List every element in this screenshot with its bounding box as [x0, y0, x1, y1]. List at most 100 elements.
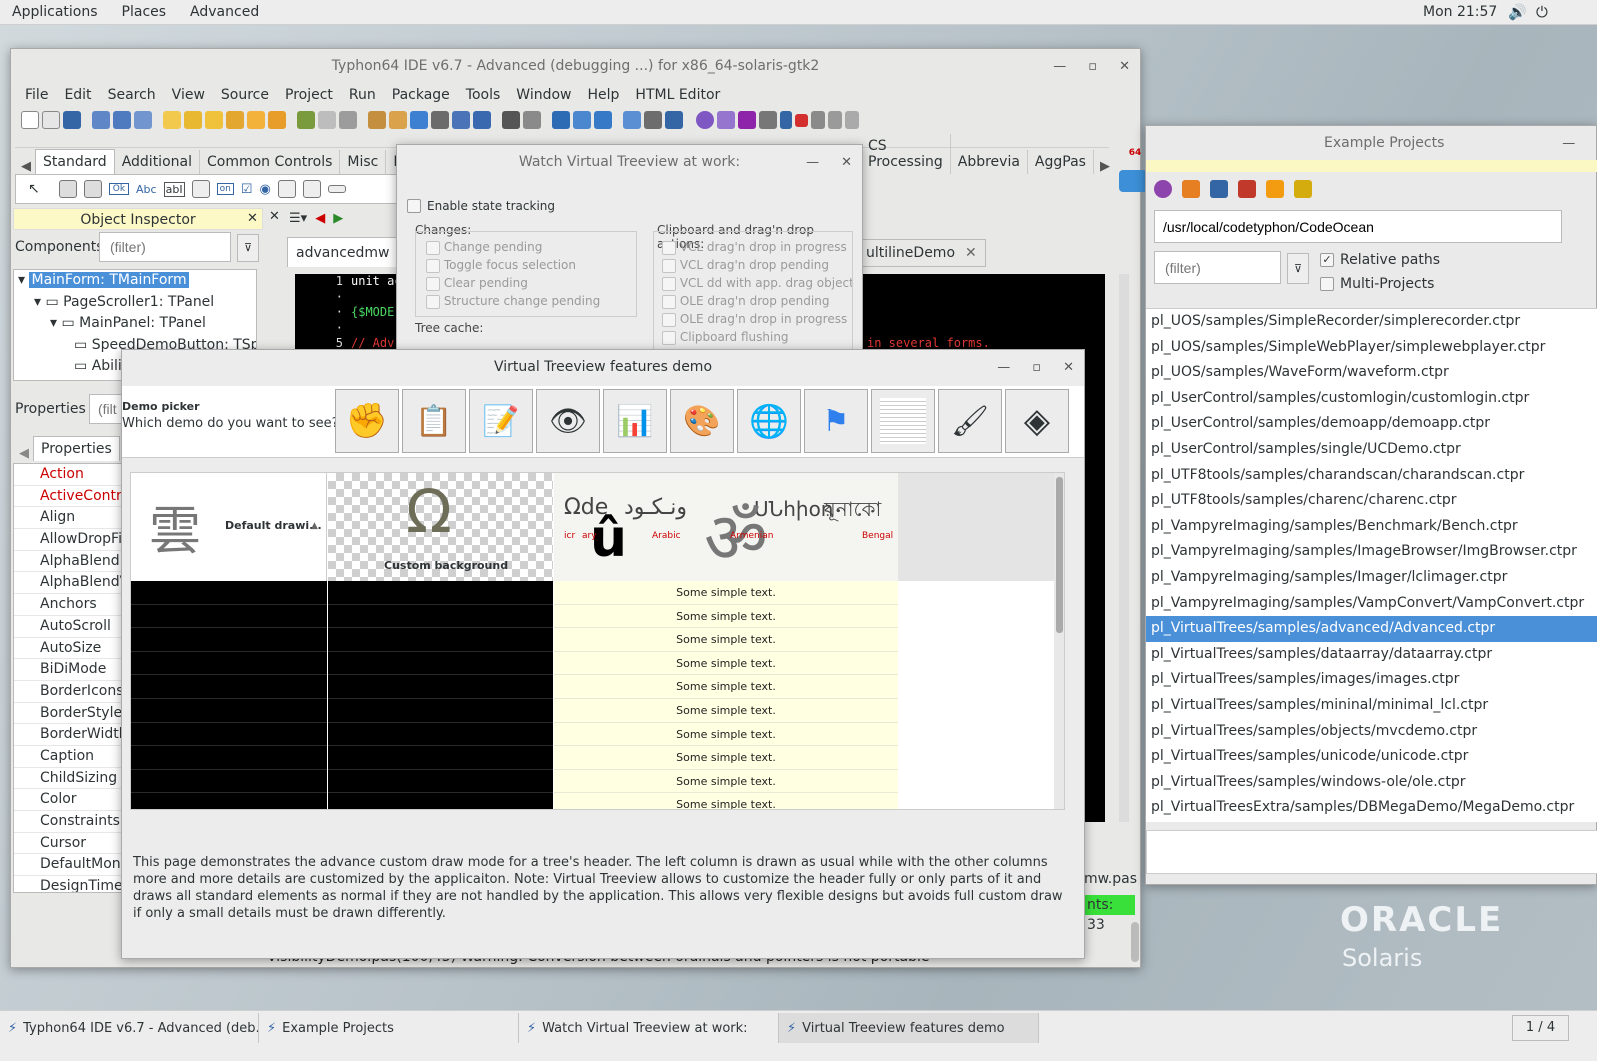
back-icon[interactable]: ◀: [315, 211, 325, 226]
new-form-icon[interactable]: [42, 111, 60, 129]
debug-icon[interactable]: [696, 111, 714, 129]
close-tab-icon[interactable]: ✕: [965, 245, 977, 261]
tree-node[interactable]: ▾ ▭ MainPanel: TPanel: [14, 313, 256, 335]
example-projects-title-bar[interactable]: Example Projects — ▫: [1146, 126, 1596, 160]
compiler-options-icon[interactable]: [594, 111, 612, 129]
run-params-icon[interactable]: [759, 111, 777, 129]
package-open-icon[interactable]: [184, 111, 202, 129]
list-item[interactable]: pl_VirtualTrees/samples/objects/mvcdemo.…: [1146, 719, 1597, 745]
volume-icon[interactable]: 🔊: [1508, 3, 1527, 21]
menu-run[interactable]: Run: [341, 87, 384, 103]
close-icon[interactable]: ✕: [1063, 360, 1074, 375]
grid-demo-button[interactable]: 📊: [603, 389, 667, 453]
enable-state-tracking-checkbox[interactable]: Enable state tracking: [407, 199, 555, 213]
label-component-icon[interactable]: Abc: [136, 183, 157, 196]
button-component-icon[interactable]: Ok: [108, 183, 130, 195]
maximize-icon[interactable]: ▫: [1088, 59, 1097, 74]
new-file-icon[interactable]: [21, 111, 39, 129]
list-item[interactable]: pl_UOS/samples/SimpleWebPlayer/simpleweb…: [1146, 335, 1597, 361]
menu-package[interactable]: Package: [384, 87, 458, 103]
general-demo-button[interactable]: 📋: [402, 389, 466, 453]
combobox-component-icon[interactable]: [302, 180, 321, 198]
step-into-icon[interactable]: [811, 111, 825, 129]
components-filter-input[interactable]: [99, 232, 231, 262]
property-row[interactable]: AllowDropFil: [14, 529, 122, 551]
header-demo-button[interactable]: 🖌: [938, 389, 1002, 453]
folder-icon[interactable]: [1266, 180, 1284, 198]
property-row[interactable]: Cursor: [14, 833, 122, 855]
list-item[interactable]: pl_VirtualTrees/samples/windows-ole/ole.…: [1146, 770, 1597, 796]
taskbar-item-features[interactable]: ⚡ Virtual Treeview features demo: [779, 1013, 1039, 1043]
speed-demo-button[interactable]: ✊: [335, 389, 399, 453]
open-icon[interactable]: [92, 111, 110, 129]
listbox-component-icon[interactable]: [277, 180, 296, 198]
menu-file[interactable]: File: [17, 87, 56, 103]
find-in-files-icon[interactable]: [410, 111, 428, 129]
tab-standard[interactable]: Standard: [35, 149, 115, 174]
package-build-icon[interactable]: [226, 111, 244, 129]
list-item[interactable]: pl_VirtualTrees/samples/mininal/minimal_…: [1146, 693, 1597, 719]
project-inspector-icon[interactable]: [552, 111, 570, 129]
table-row[interactable]: Some simple text.: [554, 746, 898, 770]
tab-aggpas[interactable]: AggPas: [1028, 150, 1094, 174]
build-icon[interactable]: [623, 111, 641, 129]
about-demo-button[interactable]: ◈: [1005, 389, 1069, 453]
tab-properties[interactable]: Properties: [33, 436, 120, 461]
table-row[interactable]: Some simple text.: [554, 770, 898, 794]
step-over-icon[interactable]: [828, 111, 842, 129]
clear-pending-checkbox[interactable]: Clear pending: [426, 274, 636, 292]
property-row[interactable]: Constraints: [14, 811, 122, 833]
table-row[interactable]: Some simple text.: [554, 793, 898, 809]
package-install-icon[interactable]: [205, 111, 223, 129]
list-item[interactable]: pl_VampyreImaging/samples/VampConvert/Va…: [1146, 591, 1597, 617]
copy-layout-icon[interactable]: [339, 111, 357, 129]
palette-scroll-right-icon[interactable]: ▶: [1094, 159, 1116, 174]
delete-icon[interactable]: [1238, 180, 1256, 198]
popupmenu-icon[interactable]: [83, 180, 102, 198]
minimize-icon[interactable]: —: [1053, 59, 1066, 74]
code-explorer-icon[interactable]: [389, 111, 407, 129]
forward-icon[interactable]: ▶: [333, 211, 343, 226]
editor-menu-icon[interactable]: ☰▾: [289, 211, 307, 226]
vcl-dnd-progress-checkbox[interactable]: VCL drag'n drop in progress: [662, 238, 852, 256]
property-row[interactable]: Caption: [14, 746, 122, 768]
toggle-component-icon[interactable]: on: [216, 183, 234, 195]
header-custom-column[interactable]: Ω Custom background: [328, 473, 553, 581]
drawing-demo-button[interactable]: 🎨: [670, 389, 734, 453]
places-menu[interactable]: Places: [110, 4, 179, 20]
tab-misc[interactable]: Misc: [340, 150, 387, 174]
tree-scrollbar[interactable]: [1054, 473, 1064, 809]
property-row[interactable]: BiDiMode: [14, 659, 122, 681]
power-icon[interactable]: ⏻: [1536, 3, 1548, 21]
ide-title-bar[interactable]: Typhon64 IDE v6.7 - Advanced (debugging …: [11, 49, 1140, 83]
object-inspector-close-icon[interactable]: ✕: [247, 211, 258, 226]
property-row[interactable]: BorderIcons: [14, 681, 122, 703]
table-row[interactable]: Some simple text.: [554, 581, 898, 605]
multiline-demo-button[interactable]: [871, 389, 935, 453]
table-row[interactable]: Some simple text.: [554, 652, 898, 676]
step-out-icon[interactable]: [845, 111, 859, 129]
messages-scrollbar[interactable]: [1131, 922, 1139, 962]
list-item[interactable]: pl_VirtualTrees/samples/images/images.ct…: [1146, 667, 1597, 693]
package-icon[interactable]: [163, 111, 181, 129]
list-item[interactable]: pl_VirtualTreesExtra/samples/DBMegaDemo/…: [1146, 795, 1597, 821]
list-item[interactable]: pl_UOS/samples/WaveForm/waveform.ctpr: [1146, 360, 1597, 386]
property-row[interactable]: BorderWidth: [14, 724, 122, 746]
table-row[interactable]: Some simple text.: [554, 723, 898, 747]
menu-html-editor[interactable]: HTML Editor: [627, 87, 728, 103]
view-units-icon[interactable]: [452, 111, 470, 129]
vcl-dnd-pending-checkbox[interactable]: VCL drag'n drop pending: [662, 256, 852, 274]
tree-node[interactable]: ▾ MainForm: TMainForm: [14, 270, 256, 292]
tab-cs-processing[interactable]: CS Processing: [861, 134, 951, 174]
table-row[interactable]: Some simple text.: [554, 605, 898, 629]
ole-dnd-progress-checkbox[interactable]: OLE drag'n drop in progress: [662, 310, 852, 328]
table-row[interactable]: Some simple text.: [554, 628, 898, 652]
property-row[interactable]: DefaultMonit: [14, 854, 122, 877]
menu-source[interactable]: Source: [213, 87, 277, 103]
workspace-indicator[interactable]: 1 / 4: [1512, 1015, 1569, 1041]
property-row[interactable]: ChildSizing: [14, 768, 122, 790]
features-title-bar[interactable]: Virtual Treeview features demo — ▫ ✕: [122, 350, 1084, 384]
minimize-icon[interactable]: —: [1562, 136, 1575, 151]
stop-icon[interactable]: [795, 113, 808, 127]
close-icon[interactable]: ✕: [841, 155, 852, 170]
